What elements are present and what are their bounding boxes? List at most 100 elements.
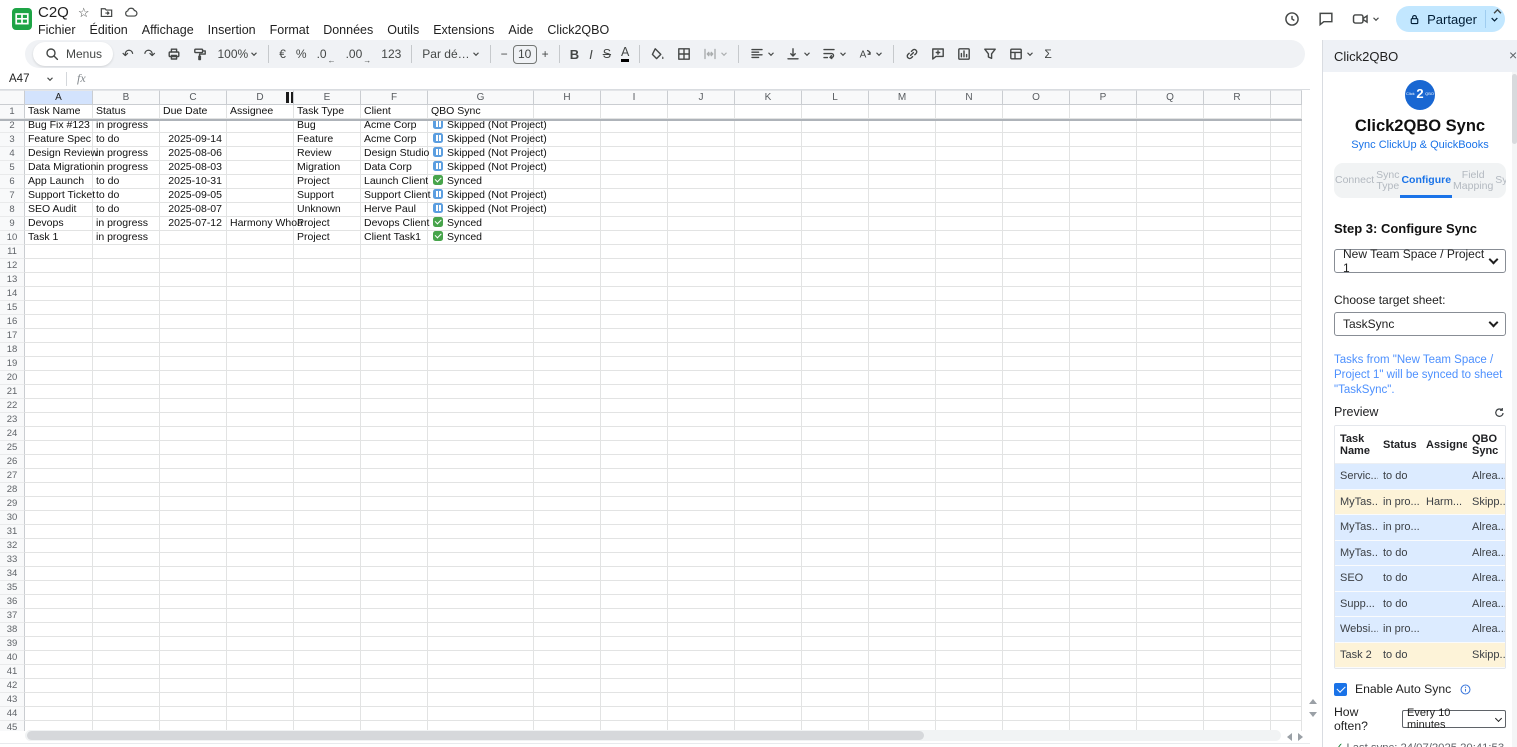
cell-O37[interactable] [1003, 609, 1070, 623]
cell-A29[interactable] [25, 497, 93, 511]
strikethrough-button[interactable]: S [598, 42, 616, 66]
cell-F15[interactable] [361, 301, 428, 315]
menu-insertion[interactable]: Insertion [201, 22, 263, 39]
cell-J10[interactable] [668, 231, 735, 245]
cell-M41[interactable] [869, 665, 936, 679]
row-header-40[interactable]: 40 [0, 651, 25, 665]
cell-F7[interactable]: Support Client [361, 189, 428, 203]
cell-partial-1[interactable] [1271, 105, 1302, 119]
cell-I18[interactable] [601, 343, 668, 357]
cell-D44[interactable] [227, 707, 294, 721]
cell-P2[interactable] [1070, 119, 1137, 133]
cell-Q19[interactable] [1137, 357, 1204, 371]
cell-H38[interactable] [534, 623, 601, 637]
cell-A39[interactable] [25, 637, 93, 651]
cell-P6[interactable] [1070, 175, 1137, 189]
cell-K16[interactable] [735, 315, 802, 329]
column-header-h[interactable]: H [534, 90, 601, 105]
cell-R38[interactable] [1204, 623, 1271, 637]
cell-E33[interactable] [294, 553, 361, 567]
cell-P15[interactable] [1070, 301, 1137, 315]
cell-L8[interactable] [802, 203, 869, 217]
cell-R42[interactable] [1204, 679, 1271, 693]
cell-J15[interactable] [668, 301, 735, 315]
cell-I11[interactable] [601, 245, 668, 259]
cell-L21[interactable] [802, 385, 869, 399]
cell-D8[interactable] [227, 203, 294, 217]
cell-J19[interactable] [668, 357, 735, 371]
cell-Q12[interactable] [1137, 259, 1204, 273]
cell-C31[interactable] [160, 525, 227, 539]
cell-L35[interactable] [802, 581, 869, 595]
cell-C32[interactable] [160, 539, 227, 553]
cell-R12[interactable] [1204, 259, 1271, 273]
cell-G8[interactable]: Skipped (Not Project) [428, 203, 534, 217]
cell-M13[interactable] [869, 273, 936, 287]
cell-R4[interactable] [1204, 147, 1271, 161]
cell-K23[interactable] [735, 413, 802, 427]
cell-K8[interactable] [735, 203, 802, 217]
row-header-17[interactable]: 17 [0, 329, 25, 343]
cell-I44[interactable] [601, 707, 668, 721]
cell-D13[interactable] [227, 273, 294, 287]
cell-G7[interactable]: Skipped (Not Project) [428, 189, 534, 203]
cell-L23[interactable] [802, 413, 869, 427]
cell-J9[interactable] [668, 217, 735, 231]
cell-N34[interactable] [936, 567, 1003, 581]
cell-E10[interactable]: Project [294, 231, 361, 245]
cell-A6[interactable]: App Launch [25, 175, 93, 189]
cell-F28[interactable] [361, 483, 428, 497]
font-select[interactable]: Par dé… [417, 42, 484, 66]
cell-I13[interactable] [601, 273, 668, 287]
tab-sync[interactable]: Sync [1494, 163, 1506, 198]
cell-G17[interactable] [428, 329, 534, 343]
column-header-j[interactable]: J [668, 90, 735, 105]
cell-A40[interactable] [25, 651, 93, 665]
cell-K20[interactable] [735, 371, 802, 385]
cell-K33[interactable] [735, 553, 802, 567]
cell-C22[interactable] [160, 399, 227, 413]
cell-C16[interactable] [160, 315, 227, 329]
cell-N6[interactable] [936, 175, 1003, 189]
cell-O44[interactable] [1003, 707, 1070, 721]
cell-B40[interactable] [93, 651, 160, 665]
close-icon[interactable]: × [1509, 47, 1517, 63]
cell-P13[interactable] [1070, 273, 1137, 287]
cell-partial-6[interactable] [1271, 175, 1302, 189]
cell-Q4[interactable] [1137, 147, 1204, 161]
cell-M22[interactable] [869, 399, 936, 413]
cell-R25[interactable] [1204, 441, 1271, 455]
cell-B15[interactable] [93, 301, 160, 315]
cell-partial-5[interactable] [1271, 161, 1302, 175]
cell-J24[interactable] [668, 427, 735, 441]
text-wrap-button[interactable] [816, 42, 852, 66]
cell-N43[interactable] [936, 693, 1003, 707]
cell-L34[interactable] [802, 567, 869, 581]
document-title[interactable]: C2Q [38, 4, 69, 21]
preview-row-6[interactable]: Supp...to doAlrea... [1335, 592, 1505, 618]
cell-A4[interactable]: Design Review [25, 147, 93, 161]
cell-K11[interactable] [735, 245, 802, 259]
cell-L2[interactable] [802, 119, 869, 133]
cell-E38[interactable] [294, 623, 361, 637]
insert-chart-button[interactable] [951, 42, 977, 66]
cell-E37[interactable] [294, 609, 361, 623]
cell-H37[interactable] [534, 609, 601, 623]
cell-C13[interactable] [160, 273, 227, 287]
cell-N15[interactable] [936, 301, 1003, 315]
cell-M26[interactable] [869, 455, 936, 469]
cell-partial-30[interactable] [1271, 511, 1302, 525]
cell-G5[interactable]: Skipped (Not Project) [428, 161, 534, 175]
cell-P3[interactable] [1070, 133, 1137, 147]
cell-P11[interactable] [1070, 245, 1137, 259]
cell-H5[interactable] [534, 161, 601, 175]
cell-E12[interactable] [294, 259, 361, 273]
cell-M4[interactable] [869, 147, 936, 161]
cell-E29[interactable] [294, 497, 361, 511]
row-header-14[interactable]: 14 [0, 287, 25, 301]
preview-row-5[interactable]: SEOto doAlrea... [1335, 566, 1505, 592]
cell-Q41[interactable] [1137, 665, 1204, 679]
cell-F13[interactable] [361, 273, 428, 287]
cell-D30[interactable] [227, 511, 294, 525]
cell-I41[interactable] [601, 665, 668, 679]
